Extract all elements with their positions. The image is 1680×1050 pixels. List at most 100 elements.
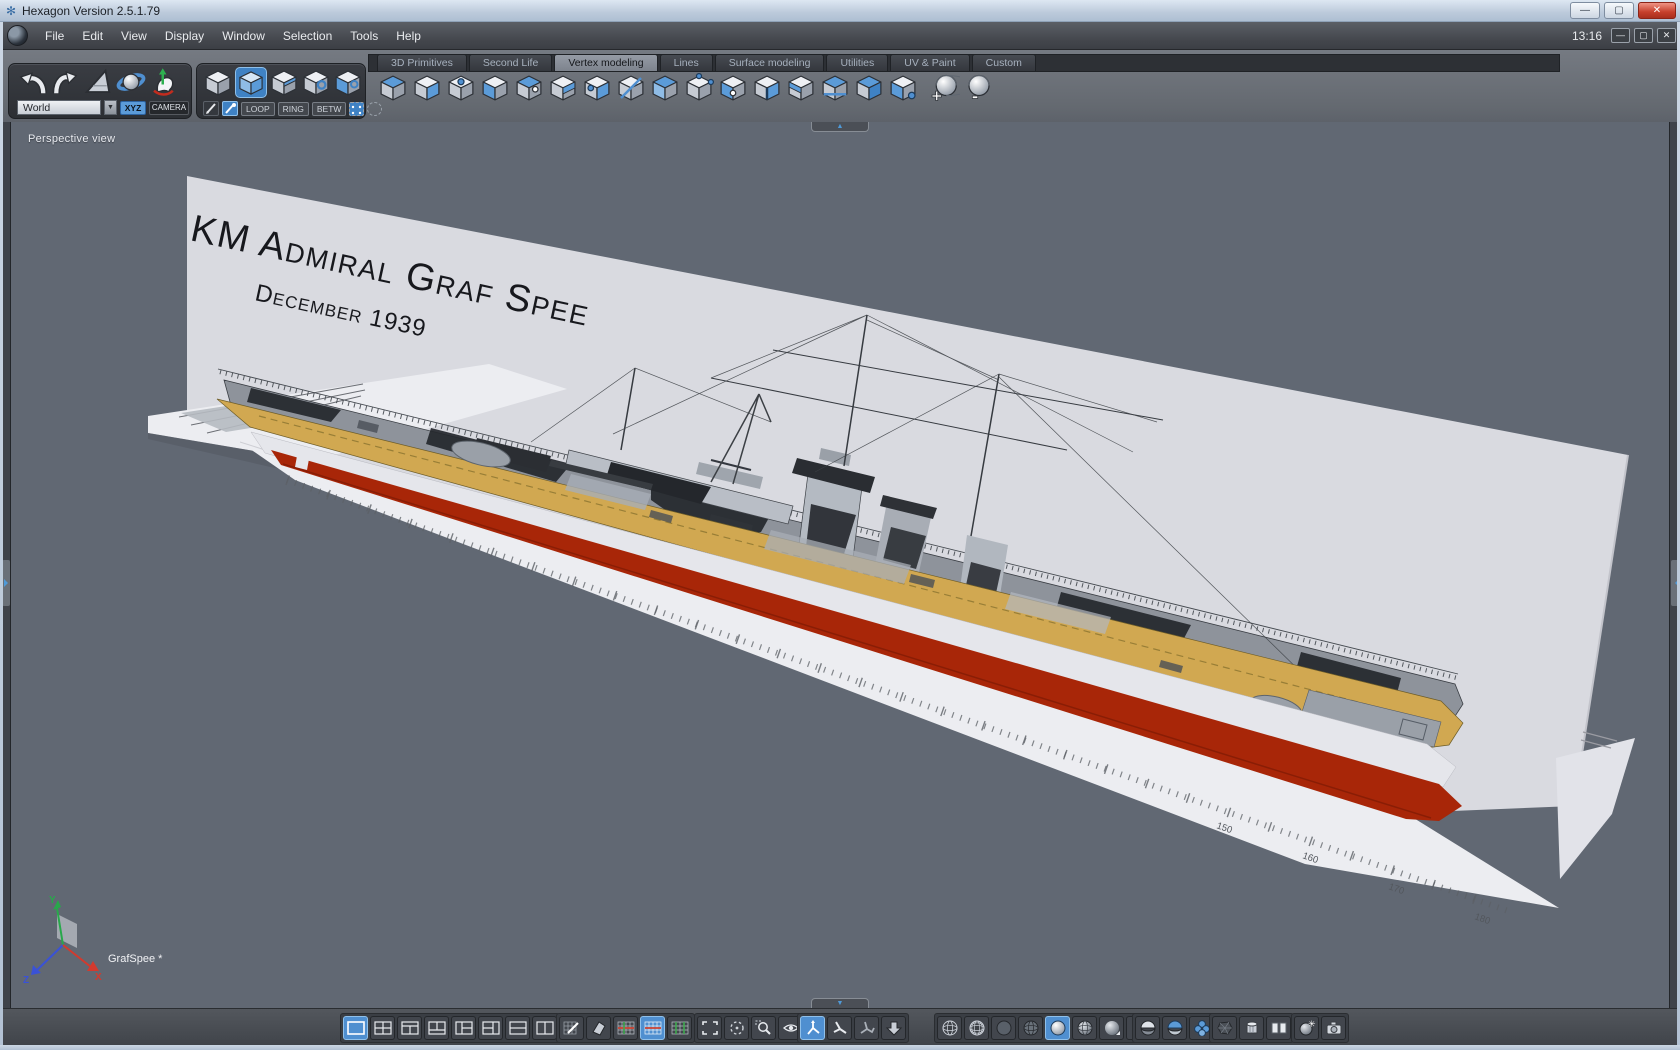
document-minimize-button[interactable]: —: [1611, 28, 1630, 43]
add-points-tool[interactable]: +: [930, 73, 960, 103]
grid-draw-icon[interactable]: [559, 1016, 584, 1040]
shading-flat[interactable]: [991, 1016, 1016, 1040]
modeling-tool-15[interactable]: [854, 73, 884, 103]
panels-icon[interactable]: [1266, 1016, 1291, 1040]
tab-vertex-modeling[interactable]: Vertex modeling: [554, 54, 657, 71]
hemisphere-gray[interactable]: [1135, 1016, 1160, 1040]
manipulator-xyz[interactable]: [800, 1016, 825, 1040]
menu-window[interactable]: Window: [213, 25, 274, 47]
layout-two-rows[interactable]: [505, 1016, 530, 1040]
document-maximize-button[interactable]: ▢: [1634, 28, 1653, 43]
selection-mode-edges[interactable]: [235, 67, 267, 98]
remove-points-tool[interactable]: -: [964, 73, 994, 103]
tab-uv-paint[interactable]: UV & Paint: [890, 54, 969, 71]
menu-edit[interactable]: Edit: [73, 25, 112, 47]
menu-file[interactable]: File: [36, 25, 73, 47]
tab-utilities[interactable]: Utilities: [826, 54, 888, 71]
shading-flat-wire[interactable]: [1018, 1016, 1043, 1040]
selection-mode-soft[interactable]: [333, 68, 363, 98]
mesh-blob-icon[interactable]: [1212, 1016, 1237, 1040]
render-icon[interactable]: ✳: [1294, 1016, 1319, 1040]
expand-view-icon[interactable]: [697, 1016, 722, 1040]
window-close-button[interactable]: ✕: [1638, 2, 1676, 19]
layout-three-top[interactable]: [424, 1016, 449, 1040]
paint-select-tool[interactable]: [222, 101, 238, 116]
collapse-handle-top[interactable]: ▲: [811, 122, 869, 132]
drop-tool-icon[interactable]: [881, 1016, 906, 1040]
dynamic-geometry-tool[interactable]: [149, 67, 179, 97]
camera-icon[interactable]: [1321, 1016, 1346, 1040]
coordinate-space-select[interactable]: World: [17, 100, 101, 115]
grid-axes-icon-2[interactable]: [640, 1016, 665, 1040]
tab-custom[interactable]: Custom: [972, 54, 1036, 71]
redo-button[interactable]: [50, 67, 80, 97]
left-splitter-handle[interactable]: [2, 560, 10, 606]
collapse-handle-bottom[interactable]: ▼: [811, 998, 869, 1008]
modeling-tool-5[interactable]: [514, 73, 544, 103]
triangle-tool[interactable]: [83, 67, 113, 97]
cylinder-icon[interactable]: [1239, 1016, 1264, 1040]
modeling-tool-6[interactable]: [548, 73, 578, 103]
between-button[interactable]: BETW: [312, 102, 347, 116]
tab-3d-primitives[interactable]: 3D Primitives: [377, 54, 467, 71]
modeling-tool-14[interactable]: [820, 73, 850, 103]
camera-toggle[interactable]: CAMERA: [149, 101, 189, 115]
hemisphere-blue[interactable]: [1162, 1016, 1187, 1040]
modeling-tool-16[interactable]: [888, 73, 918, 103]
selection-mode-points[interactable]: [203, 68, 233, 98]
selection-mode-objects[interactable]: [301, 68, 331, 98]
window-maximize-button[interactable]: ▢: [1604, 2, 1634, 19]
modeling-tool-10[interactable]: [684, 73, 714, 103]
loop-button[interactable]: LOOP: [241, 102, 275, 116]
shading-wireframe[interactable]: [937, 1016, 962, 1040]
layout-three-right[interactable]: [451, 1016, 476, 1040]
modeling-tool-13[interactable]: [786, 73, 816, 103]
modeling-tool-11[interactable]: [718, 73, 748, 103]
tab-surface-modeling[interactable]: Surface modeling: [715, 54, 825, 71]
layout-two-columns[interactable]: [532, 1016, 557, 1040]
layout-four-views[interactable]: [370, 1016, 395, 1040]
undo-button[interactable]: [17, 67, 47, 97]
menu-view[interactable]: View: [112, 25, 156, 47]
perspective-viewport[interactable]: KM Admiral Graf Spee December 1939: [11, 122, 1669, 1008]
modeling-tool-12[interactable]: [752, 73, 782, 103]
modeling-tool-9[interactable]: [650, 73, 680, 103]
tab-second-life[interactable]: Second Life: [469, 54, 552, 71]
tab-lines[interactable]: Lines: [660, 54, 713, 71]
document-close-button[interactable]: ✕: [1657, 28, 1676, 43]
menu-help[interactable]: Help: [387, 25, 430, 47]
shading-smooth-wire[interactable]: [1072, 1016, 1097, 1040]
window-titlebar[interactable]: ✻ Hexagon Version 2.5.1.79 — ▢ ✕: [0, 0, 1680, 22]
selection-mode-faces[interactable]: [269, 68, 299, 98]
shading-smooth[interactable]: [1099, 1016, 1124, 1040]
shading-wire-dense[interactable]: [964, 1016, 989, 1040]
modeling-tool-1[interactable]: [378, 73, 408, 103]
modeling-tool-8[interactable]: [616, 73, 646, 103]
manipulator-tool[interactable]: [116, 67, 146, 97]
xyz-toggle[interactable]: XYZ: [120, 101, 146, 115]
window-minimize-button[interactable]: —: [1570, 2, 1600, 19]
pen-select-tool[interactable]: [203, 101, 219, 116]
modeling-tool-2[interactable]: [412, 73, 442, 103]
layout-single-view[interactable]: [343, 1016, 368, 1040]
grid-axes-icon-3[interactable]: [667, 1016, 692, 1040]
grid-axes-icon-1[interactable]: [613, 1016, 638, 1040]
scene-3d[interactable]: KM Admiral Graf Spee December 1939: [11, 122, 1669, 1008]
zoom-region-icon[interactable]: [751, 1016, 776, 1040]
modeling-tool-7[interactable]: [582, 73, 612, 103]
modeling-tool-3[interactable]: [446, 73, 476, 103]
menu-display[interactable]: Display: [156, 25, 213, 47]
shading-smooth-selected[interactable]: [1045, 1016, 1070, 1040]
marquee-select-icon[interactable]: [349, 102, 364, 116]
coordinate-space-arrow[interactable]: ▼: [104, 100, 117, 115]
orbit-view-icon[interactable]: [724, 1016, 749, 1040]
ring-button[interactable]: RING: [278, 102, 309, 116]
menu-tools[interactable]: Tools: [341, 25, 387, 47]
manipulator-alt[interactable]: [827, 1016, 852, 1040]
layout-three-left[interactable]: [478, 1016, 503, 1040]
menu-selection[interactable]: Selection: [274, 25, 341, 47]
lasso-select-icon[interactable]: [367, 102, 382, 116]
layout-three-bottom[interactable]: [397, 1016, 422, 1040]
manipulator-bent[interactable]: [854, 1016, 879, 1040]
modeling-tool-4[interactable]: [480, 73, 510, 103]
